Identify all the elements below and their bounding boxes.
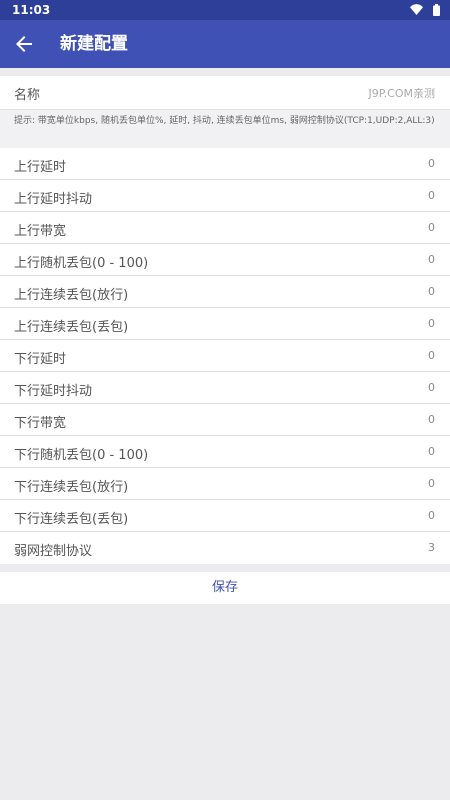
parameter-list: 上行延时 0 上行延时抖动 0 上行带宽 0 上行随机丢包(0 - 100) 0… bbox=[0, 148, 450, 564]
row-value[interactable]: 0 bbox=[428, 285, 435, 298]
row-downlink-bandwidth[interactable]: 下行带宽 0 bbox=[0, 404, 450, 436]
row-uplink-burst-drop[interactable]: 上行连续丢包(丢包) 0 bbox=[0, 308, 450, 340]
row-uplink-bandwidth[interactable]: 上行带宽 0 bbox=[0, 212, 450, 244]
row-protocol[interactable]: 弱网控制协议 3 bbox=[0, 532, 450, 564]
row-label: 上行连续丢包(丢包) bbox=[14, 320, 129, 335]
row-value[interactable]: 0 bbox=[428, 381, 435, 394]
row-label: 下行连续丢包(丢包) bbox=[14, 512, 129, 527]
row-downlink-burst-drop[interactable]: 下行连续丢包(丢包) 0 bbox=[0, 500, 450, 532]
row-value[interactable]: 0 bbox=[428, 317, 435, 330]
divider bbox=[0, 564, 450, 572]
row-value[interactable]: 0 bbox=[428, 189, 435, 202]
row-downlink-delay[interactable]: 下行延时 0 bbox=[0, 340, 450, 372]
row-label: 弱网控制协议 bbox=[14, 544, 93, 559]
row-uplink-burst-pass[interactable]: 上行连续丢包(放行) 0 bbox=[0, 276, 450, 308]
row-label: 上行连续丢包(放行) bbox=[14, 288, 129, 303]
status-icons bbox=[404, 4, 440, 16]
row-uplink-jitter[interactable]: 上行延时抖动 0 bbox=[0, 180, 450, 212]
row-value[interactable]: 0 bbox=[428, 413, 435, 426]
row-label: 下行连续丢包(放行) bbox=[14, 480, 129, 495]
row-label: 上行随机丢包(0 - 100) bbox=[14, 256, 149, 271]
wifi-icon bbox=[410, 4, 424, 15]
name-field[interactable]: 名称 J9P.COM亲测 bbox=[0, 76, 450, 110]
row-label: 上行延时抖动 bbox=[14, 192, 93, 207]
page-title: 新建配置 bbox=[60, 34, 128, 54]
row-value[interactable]: 0 bbox=[428, 509, 435, 522]
row-value[interactable]: 0 bbox=[428, 445, 435, 458]
name-label: 名称 bbox=[14, 88, 41, 103]
row-downlink-random-loss[interactable]: 下行随机丢包(0 - 100) 0 bbox=[0, 436, 450, 468]
row-value[interactable]: 0 bbox=[428, 477, 435, 490]
row-label: 下行带宽 bbox=[14, 416, 67, 431]
row-downlink-burst-pass[interactable]: 下行连续丢包(放行) 0 bbox=[0, 468, 450, 500]
hint-text: 提示: 带宽单位kbps, 随机丢包单位%, 延时, 抖动, 连续丢包单位ms,… bbox=[0, 110, 450, 148]
row-value[interactable]: 0 bbox=[428, 221, 435, 234]
config-form: 名称 J9P.COM亲测 提示: 带宽单位kbps, 随机丢包单位%, 延时, … bbox=[0, 76, 450, 604]
row-value[interactable]: 0 bbox=[428, 349, 435, 362]
row-label: 上行带宽 bbox=[14, 224, 67, 239]
row-uplink-random-loss[interactable]: 上行随机丢包(0 - 100) 0 bbox=[0, 244, 450, 276]
row-value[interactable]: 0 bbox=[428, 157, 435, 170]
status-bar: 11:03 bbox=[0, 0, 450, 20]
save-button[interactable]: 保存 bbox=[0, 572, 450, 604]
row-value[interactable]: 3 bbox=[428, 541, 435, 554]
status-time: 11:03 bbox=[12, 3, 51, 17]
row-downlink-jitter[interactable]: 下行延时抖动 0 bbox=[0, 372, 450, 404]
name-input[interactable]: J9P.COM亲测 bbox=[369, 85, 436, 101]
row-label: 下行延时 bbox=[14, 352, 67, 367]
row-label: 下行随机丢包(0 - 100) bbox=[14, 448, 149, 463]
row-uplink-delay[interactable]: 上行延时 0 bbox=[0, 148, 450, 180]
row-label: 下行延时抖动 bbox=[14, 384, 93, 399]
app-bar: 新建配置 bbox=[0, 20, 450, 68]
row-value[interactable]: 0 bbox=[428, 253, 435, 266]
arrow-back-icon[interactable] bbox=[12, 32, 36, 56]
row-label: 上行延时 bbox=[14, 160, 67, 175]
battery-icon bbox=[433, 4, 440, 16]
